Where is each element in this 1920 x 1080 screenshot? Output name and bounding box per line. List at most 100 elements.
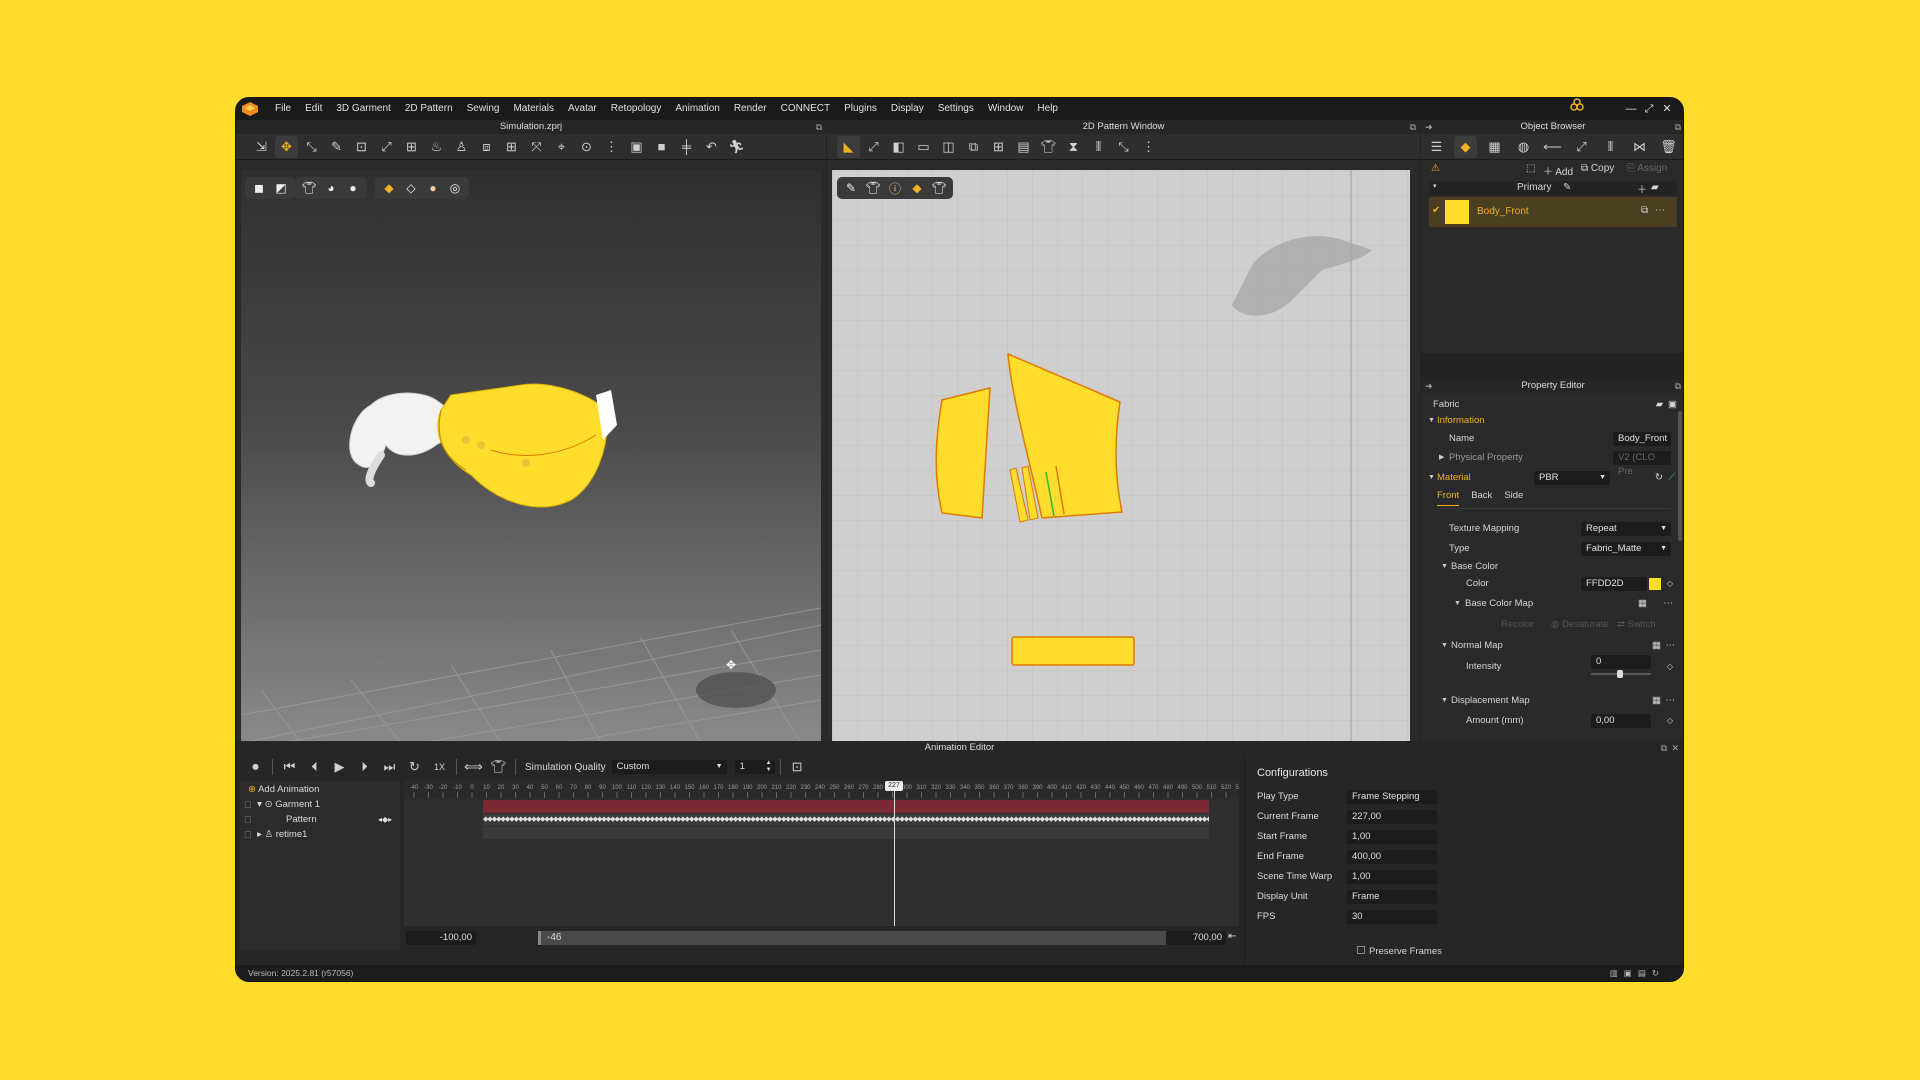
group-row[interactable]: ▾ Primary ✎ ＋ ▰	[1429, 181, 1677, 196]
ruler-icon[interactable]: ⋮	[1137, 136, 1160, 158]
undock-icon[interactable]: ⧉	[1661, 741, 1667, 755]
transform-icon[interactable]: ⤡	[300, 136, 323, 158]
tack-icon[interactable]: ⌖	[550, 136, 573, 158]
texture-grid-icon[interactable]: ▦	[1652, 693, 1661, 709]
point-icon[interactable]: ⊙	[575, 136, 598, 158]
undock-icon[interactable]: ⧉	[1675, 379, 1681, 393]
loop-icon[interactable]: ↻	[403, 756, 426, 778]
switch-button[interactable]: ⇄ Switch	[1617, 617, 1656, 633]
simulation-quality-select[interactable]: Custom ▼	[611, 760, 727, 774]
info-icon[interactable]: ⓘ	[884, 178, 906, 198]
close-panel-icon[interactable]: ✕	[1671, 741, 1679, 755]
split-icon[interactable]: ╪	[675, 136, 698, 158]
grid-edit-icon[interactable]: ⊞	[500, 136, 523, 158]
box-icon[interactable]: ▣	[625, 136, 648, 158]
link-icon[interactable]: ⟋	[1668, 470, 1675, 486]
texture-grid-icon[interactable]: ▦	[1652, 638, 1661, 654]
trace-icon[interactable]: ⧉	[962, 136, 985, 158]
menu-window[interactable]: Window	[981, 98, 1031, 120]
pin-box-icon[interactable]: ⊡	[350, 136, 373, 158]
retime-track-bar[interactable]	[483, 827, 1209, 839]
texture-mapping-select[interactable]: Repeat ▼	[1581, 522, 1671, 536]
physical-property-field[interactable]: V2 (CLO Pre	[1613, 451, 1671, 477]
more-icon[interactable]: ⋯	[1655, 205, 1665, 216]
menu-plugins[interactable]: Plugins	[837, 98, 884, 120]
range-max-field[interactable]: 700,00	[1166, 931, 1226, 945]
next-frame-icon[interactable]: ⏵	[353, 756, 376, 778]
edit-pattern-icon[interactable]: ⤢	[862, 136, 885, 158]
keyframe-icon[interactable]: ◇	[1667, 713, 1673, 729]
menu-2d-pattern[interactable]: 2D Pattern	[398, 98, 460, 120]
fold-icon[interactable]: ▤	[1012, 136, 1035, 158]
folder-icon[interactable]: ▰	[1651, 182, 1659, 193]
intensity-field[interactable]: 0	[1591, 655, 1651, 669]
config-value-field[interactable]: Frame Stepping	[1347, 790, 1437, 804]
menu-display[interactable]: Display	[884, 98, 931, 120]
open-folder-icon[interactable]: ▰	[1656, 397, 1663, 413]
clo-connect-icon[interactable]	[1569, 98, 1585, 120]
color-swatch[interactable]	[1649, 578, 1661, 590]
pattern-2d-canvas[interactable]: ✎ 👕︎ ⓘ ◆ 👕︎	[832, 170, 1410, 743]
pen-icon[interactable]: ✎	[840, 178, 862, 198]
garment-icon[interactable]: 👕︎	[1037, 136, 1060, 158]
information-header[interactable]: ▼ Information	[1421, 413, 1683, 429]
save-icon[interactable]: ▣	[1668, 397, 1677, 413]
first-frame-icon[interactable]: ⏮	[278, 756, 301, 778]
speed-button[interactable]: 1X	[428, 756, 451, 778]
graphic-tab-icon[interactable]: ▦	[1483, 136, 1506, 158]
menu-settings[interactable]: Settings	[931, 98, 981, 120]
step-stepper[interactable]: 1 ▲ ▼	[734, 760, 775, 774]
select-move-icon[interactable]: ⇲	[250, 136, 273, 158]
curve-icon[interactable]: ↶	[700, 136, 723, 158]
tab-side[interactable]: Side	[1504, 490, 1523, 506]
undock-icon[interactable]: ⧉	[1675, 120, 1681, 134]
garment-track-bar[interactable]	[483, 800, 1209, 813]
menu-retopology[interactable]: Retopology	[604, 98, 669, 120]
garment-fold-icon[interactable]: ⊞	[400, 136, 423, 158]
base-color-header[interactable]: ▼ Base Color	[1421, 559, 1683, 575]
prev-frame-icon[interactable]: ⏴	[303, 756, 326, 778]
shirt-outline-icon[interactable]: 👕︎	[928, 178, 950, 198]
close-icon[interactable]: ✕	[1659, 98, 1675, 120]
more-icon[interactable]: ⋯	[1666, 638, 1676, 654]
name-field[interactable]: Body_Front	[1613, 432, 1671, 446]
range-slider[interactable]: -46 538	[538, 931, 1198, 945]
menu-render[interactable]: Render	[727, 98, 774, 120]
material-type-select[interactable]: PBR ▼	[1534, 471, 1610, 485]
avatar-pose-icon[interactable]: ♙	[450, 136, 473, 158]
menu-sewing[interactable]: Sewing	[460, 98, 507, 120]
menu-materials[interactable]: Materials	[506, 98, 561, 120]
garment-record-icon[interactable]: 👕︎	[487, 756, 510, 778]
viewport-3d-canvas[interactable]: ◼ ◩ 👕︎ ◕ ● ◆ ◇ ● ◎ ✥	[241, 170, 821, 743]
brush-icon[interactable]: ✎	[325, 136, 348, 158]
duplicate-icon[interactable]: ⧉	[1641, 205, 1648, 216]
play-icon[interactable]: ▶	[328, 756, 351, 778]
more-icon[interactable]: ⋯	[1666, 693, 1676, 709]
restore-icon[interactable]: ⤢	[1641, 98, 1657, 120]
keyframe-icon[interactable]: ◇	[1667, 576, 1673, 592]
more-icon[interactable]: ⋯	[1664, 596, 1674, 612]
keyframe-nav-icon[interactable]: ⟺	[462, 756, 485, 778]
measure-icon[interactable]: ⤢	[375, 136, 398, 158]
menu-animation[interactable]: Animation	[668, 98, 726, 120]
menu-connect[interactable]: CONNECT	[774, 98, 837, 120]
tree-item-retime[interactable]: ◻ ▸ ♙ retime1	[244, 828, 307, 842]
fabric-item-body-front[interactable]: ✔ Body_Front ⧉ ⋯	[1429, 197, 1677, 227]
playhead-marker[interactable]: 227	[885, 781, 903, 791]
playhead-line[interactable]	[894, 781, 895, 926]
pin-icon[interactable]: ➜	[1425, 379, 1433, 393]
tree-item-garment[interactable]: ◻ ▾ ⊙ Garment 1	[244, 798, 394, 812]
zipper-tab-icon[interactable]: ⦀	[1599, 136, 1622, 158]
copy-button[interactable]: ⧉ Copy	[1581, 163, 1614, 174]
menu-help[interactable]: Help	[1030, 98, 1065, 120]
range-min-field[interactable]: -100,00	[406, 931, 476, 945]
walk-icon[interactable]: 🏃︎	[725, 136, 748, 158]
config-value-field[interactable]: Frame	[1347, 890, 1437, 904]
trim-tab-icon[interactable]: ⋈	[1628, 136, 1651, 158]
internal-polygon-icon[interactable]: ◫	[937, 136, 960, 158]
menu-edit[interactable]: Edit	[298, 98, 329, 120]
config-value-field[interactable]: 30	[1347, 910, 1437, 924]
desaturate-button[interactable]: ◍ Desaturate	[1551, 617, 1608, 633]
assign-button[interactable]: ⎘ Assign	[1627, 163, 1667, 174]
tree-item-pattern[interactable]: ◻ Pattern ◂◆▸	[244, 813, 400, 827]
